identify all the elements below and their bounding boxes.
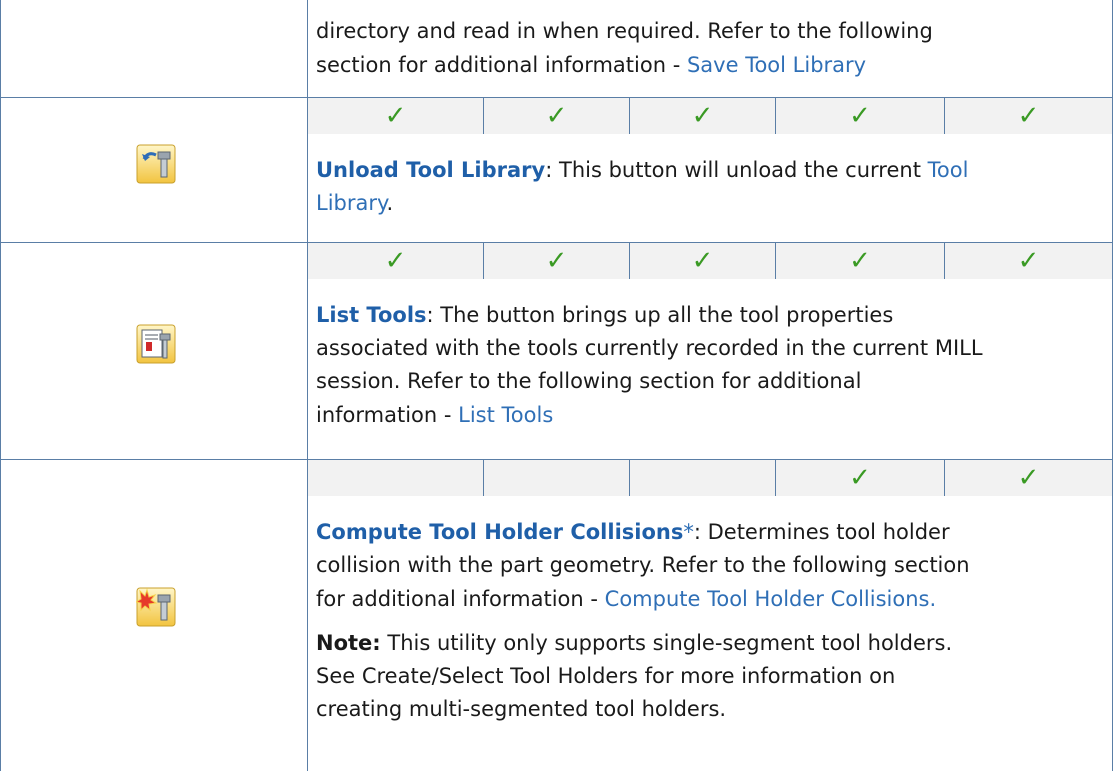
body-text-line: Library. bbox=[316, 188, 393, 218]
help-table: directory and read in when required. Ref… bbox=[0, 0, 1113, 771]
check-icon: ✓ bbox=[384, 101, 407, 131]
compatibility-checks: ✓ ✓ bbox=[308, 460, 1112, 496]
body-text-line: information - List Tools bbox=[316, 400, 553, 430]
body-text-line: directory and read in when required. Ref… bbox=[316, 19, 933, 43]
check-icon: ✓ bbox=[849, 246, 871, 276]
check-cell bbox=[308, 460, 484, 496]
compatibility-checks: ✓ ✓ ✓ ✓ ✓ bbox=[308, 243, 1112, 279]
check-icon: ✓ bbox=[545, 101, 568, 131]
check-cell: ✓ bbox=[484, 98, 630, 134]
check-cell: ✓ bbox=[945, 98, 1112, 134]
unload-tool-library-icon[interactable] bbox=[136, 144, 176, 184]
tool-library-link[interactable]: Tool bbox=[928, 158, 969, 182]
check-cell: ✓ bbox=[308, 243, 484, 279]
check-icon: ✓ bbox=[545, 246, 568, 276]
body-text-line: Unload Tool Library: This button will un… bbox=[316, 155, 968, 185]
note-line: creating multi-segmented tool holders. bbox=[316, 697, 727, 721]
tool-library-link[interactable]: Library bbox=[316, 191, 386, 215]
note-label: Note: bbox=[316, 631, 381, 655]
check-icon: ✓ bbox=[849, 101, 871, 131]
note-text: This utility only supports single-segmen… bbox=[380, 631, 953, 655]
list-tools-link[interactable]: List Tools bbox=[316, 303, 427, 327]
body-text: : This button will unload the current bbox=[545, 158, 928, 182]
check-cell: ✓ bbox=[630, 98, 776, 134]
body-text: section for additional information - bbox=[316, 53, 687, 77]
body-text: : Determines tool holder bbox=[693, 520, 950, 544]
body-text-line: List Tools: The button brings up all the… bbox=[316, 300, 893, 330]
body-text-line: session. Refer to the following section … bbox=[316, 369, 862, 393]
save-tool-library-link[interactable]: Save Tool Library bbox=[687, 53, 866, 77]
check-cell: ✓ bbox=[630, 243, 776, 279]
body-text-line: section for additional information - Sav… bbox=[316, 50, 866, 80]
body-text: : The button brings up all the tool prop… bbox=[426, 303, 894, 327]
check-cell bbox=[630, 460, 776, 496]
check-icon: ✓ bbox=[691, 101, 714, 131]
check-cell: ✓ bbox=[945, 460, 1112, 496]
check-icon: ✓ bbox=[849, 463, 871, 493]
check-cell bbox=[484, 460, 630, 496]
check-cell: ✓ bbox=[945, 243, 1112, 279]
body-text-line: collision with the part geometry. Refer … bbox=[316, 553, 970, 577]
note-line: See Create/Select Tool Holders for more … bbox=[316, 664, 896, 688]
compute-tool-holder-collisions-icon[interactable] bbox=[136, 587, 176, 627]
list-tools-link[interactable]: List Tools bbox=[458, 403, 553, 427]
compute-tool-holder-collisions-link[interactable]: Compute Tool Holder Collisions bbox=[316, 520, 683, 544]
body-text: information - bbox=[316, 403, 459, 427]
body-text-line: associated with the tools currently reco… bbox=[316, 336, 983, 360]
compute-tool-holder-collisions-link[interactable]: Compute Tool Holder Collisions. bbox=[605, 587, 937, 611]
list-tools-icon[interactable] bbox=[136, 324, 176, 364]
check-cell: ✓ bbox=[776, 98, 945, 134]
unload-tool-library-link[interactable]: Unload Tool Library bbox=[316, 158, 545, 182]
check-icon: ✓ bbox=[1017, 101, 1040, 131]
check-icon: ✓ bbox=[384, 246, 407, 276]
body-text: for additional information - bbox=[316, 587, 605, 611]
body-text-line: for additional information - Compute Too… bbox=[316, 584, 936, 614]
note-line: Note: This utility only supports single-… bbox=[316, 628, 952, 658]
check-icon: ✓ bbox=[1017, 463, 1040, 493]
body-text-line: Compute Tool Holder Collisions*: Determi… bbox=[316, 517, 950, 547]
compatibility-checks: ✓ ✓ ✓ ✓ ✓ bbox=[308, 98, 1112, 134]
check-cell: ✓ bbox=[308, 98, 484, 134]
check-icon: ✓ bbox=[1017, 246, 1040, 276]
check-cell: ✓ bbox=[484, 243, 630, 279]
check-icon: ✓ bbox=[691, 246, 714, 276]
check-cell: ✓ bbox=[776, 460, 945, 496]
check-cell: ✓ bbox=[776, 243, 945, 279]
table-left-border bbox=[0, 0, 1, 771]
body-text: . bbox=[386, 191, 394, 215]
asterisk: * bbox=[683, 520, 694, 544]
